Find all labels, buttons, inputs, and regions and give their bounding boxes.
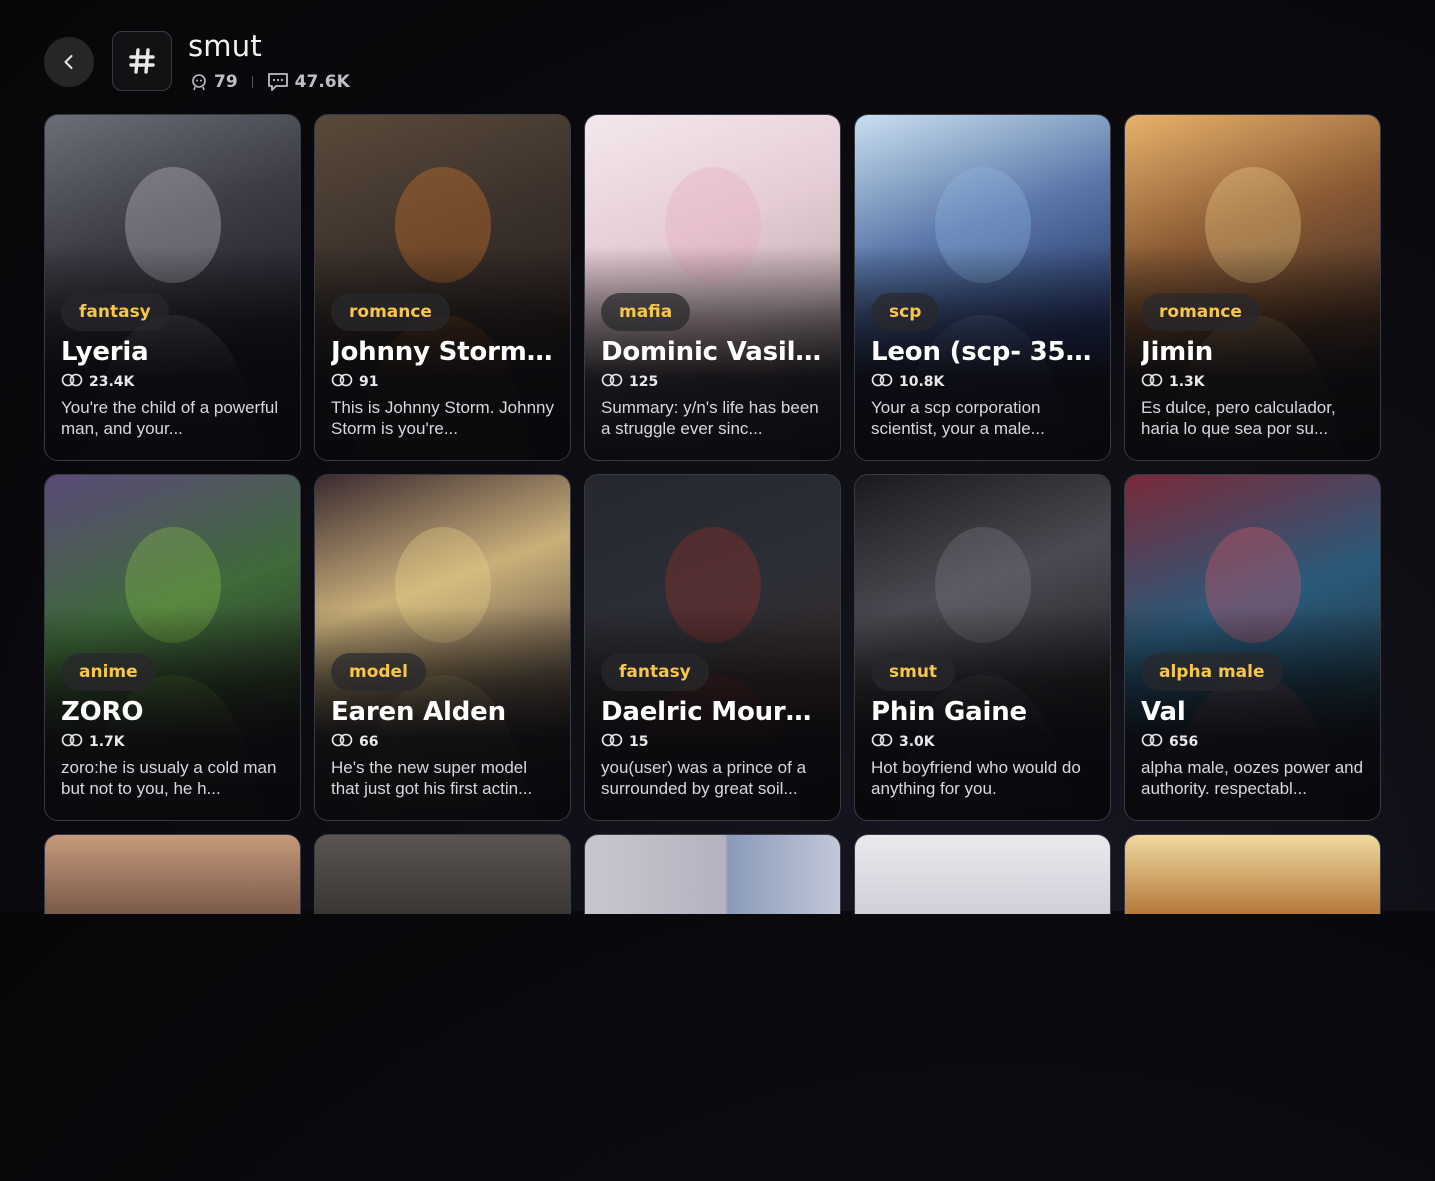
character-name: Earen Alden: [331, 697, 506, 727]
chevron-left-icon: [64, 55, 73, 69]
chat-rings-icon: [871, 373, 893, 391]
character-description: This is Johnny Storm. Johnny Storm is yo…: [331, 398, 554, 438]
chat-bubble-icon: [267, 73, 288, 91]
chat-rings-icon: [331, 733, 353, 751]
chat-rings-icon: [61, 733, 83, 751]
chat-count: 23.4K: [61, 373, 286, 391]
character-name: Jimin: [1141, 337, 1214, 367]
tag-stats: 79 47.6K: [190, 72, 350, 92]
character-description: You're the child of a powerful man, and …: [61, 398, 279, 438]
chat-count: 66: [331, 733, 556, 751]
character-card[interactable]: scp Leon (scp- 3578) 10.8K Your a scp co…: [854, 114, 1111, 461]
chat-rings-icon: [331, 373, 353, 391]
chat-count: 1.7K: [61, 733, 286, 751]
character-name: Dominic Vasiliev: [601, 337, 826, 367]
character-name: Daelric Mourn...: [601, 697, 826, 727]
category-badge[interactable]: fantasy: [61, 293, 169, 331]
character-card[interactable]: [44, 834, 301, 914]
character-card[interactable]: [584, 834, 841, 914]
page-title: smut: [188, 29, 262, 63]
category-badge[interactable]: romance: [1141, 293, 1260, 331]
character-description: alpha male, oozes power and authority. r…: [1141, 758, 1364, 798]
character-card[interactable]: romance Johnny Storm ... 91 This is John…: [314, 114, 571, 461]
character-description: Es dulce, pero calculador, haria lo que …: [1141, 398, 1336, 438]
character-card[interactable]: fantasy Lyeria 23.4K You're the child of…: [44, 114, 301, 461]
category-badge[interactable]: anime: [61, 653, 156, 691]
character-description: zoro:he is usualy a cold man but not to …: [61, 758, 277, 798]
bot-face-icon: [192, 74, 206, 91]
chat-count: 656: [1141, 733, 1366, 751]
character-description: Your a scp corporation scientist, your a…: [871, 398, 1045, 438]
character-card[interactable]: mafia Dominic Vasiliev 125 Summary: y/n'…: [584, 114, 841, 461]
character-description: Hot boyfriend who would do anything for …: [871, 758, 1081, 798]
chat-count: 3.0K: [871, 733, 1096, 751]
chat-count: 125: [601, 373, 826, 391]
chat-rings-icon: [1141, 373, 1163, 391]
character-card[interactable]: fantasy Daelric Mourn... 15 you(user) wa…: [584, 474, 841, 821]
category-badge[interactable]: alpha male: [1141, 653, 1283, 691]
character-card[interactable]: [854, 834, 1111, 914]
character-card[interactable]: alpha male Val 656 alpha male, oozes pow…: [1124, 474, 1381, 821]
character-name: Lyeria: [61, 337, 149, 367]
category-badge[interactable]: model: [331, 653, 426, 691]
character-name: Val: [1141, 697, 1186, 727]
character-card[interactable]: romance Jimin 1.3K Es dulce, pero calcul…: [1124, 114, 1381, 461]
chat-rings-icon: [601, 373, 623, 391]
chat-rings-icon: [601, 733, 623, 751]
chat-count: 10.8K: [871, 373, 1096, 391]
character-name: Leon (scp- 3578): [871, 337, 1096, 367]
hash-icon: [129, 48, 155, 74]
character-card[interactable]: [1124, 834, 1381, 914]
chat-rings-icon: [871, 733, 893, 751]
category-badge[interactable]: mafia: [601, 293, 691, 331]
back-button[interactable]: [44, 37, 94, 87]
character-card[interactable]: smut Phin Gaine 3.0K Hot boyfriend who w…: [854, 474, 1111, 821]
chat-count: 1.3K: [1141, 373, 1366, 391]
character-description: He's the new super model that just got h…: [331, 758, 533, 798]
category-badge[interactable]: romance: [331, 293, 450, 331]
character-card[interactable]: model Earen Alden 66 He's the new super …: [314, 474, 571, 821]
character-name: Johnny Storm ...: [331, 337, 556, 367]
character-grid: fantasy Lyeria 23.4K You're the child of…: [44, 114, 1381, 1181]
chat-rings-icon: [61, 373, 83, 391]
character-name: Phin Gaine: [871, 697, 1027, 727]
chat-rings-icon: [1141, 733, 1163, 751]
character-card[interactable]: [314, 834, 571, 914]
divider: [251, 76, 253, 88]
chat-count: 15: [601, 733, 826, 751]
category-badge[interactable]: scp: [871, 293, 940, 331]
character-card[interactable]: anime ZORO 1.7K zoro:he is usualy a cold…: [44, 474, 301, 821]
category-badge[interactable]: fantasy: [601, 653, 709, 691]
chat-count: 91: [331, 373, 556, 391]
character-description: Summary: y/n's life has been a struggle …: [601, 398, 819, 438]
category-badge[interactable]: smut: [871, 653, 956, 691]
chats-count: 47.6K: [294, 72, 350, 92]
tag-icon-box: [112, 31, 172, 91]
character-description: you(user) was a prince of a surrounded b…: [601, 758, 807, 798]
characters-count: 79: [214, 72, 238, 92]
character-name: ZORO: [61, 697, 144, 727]
